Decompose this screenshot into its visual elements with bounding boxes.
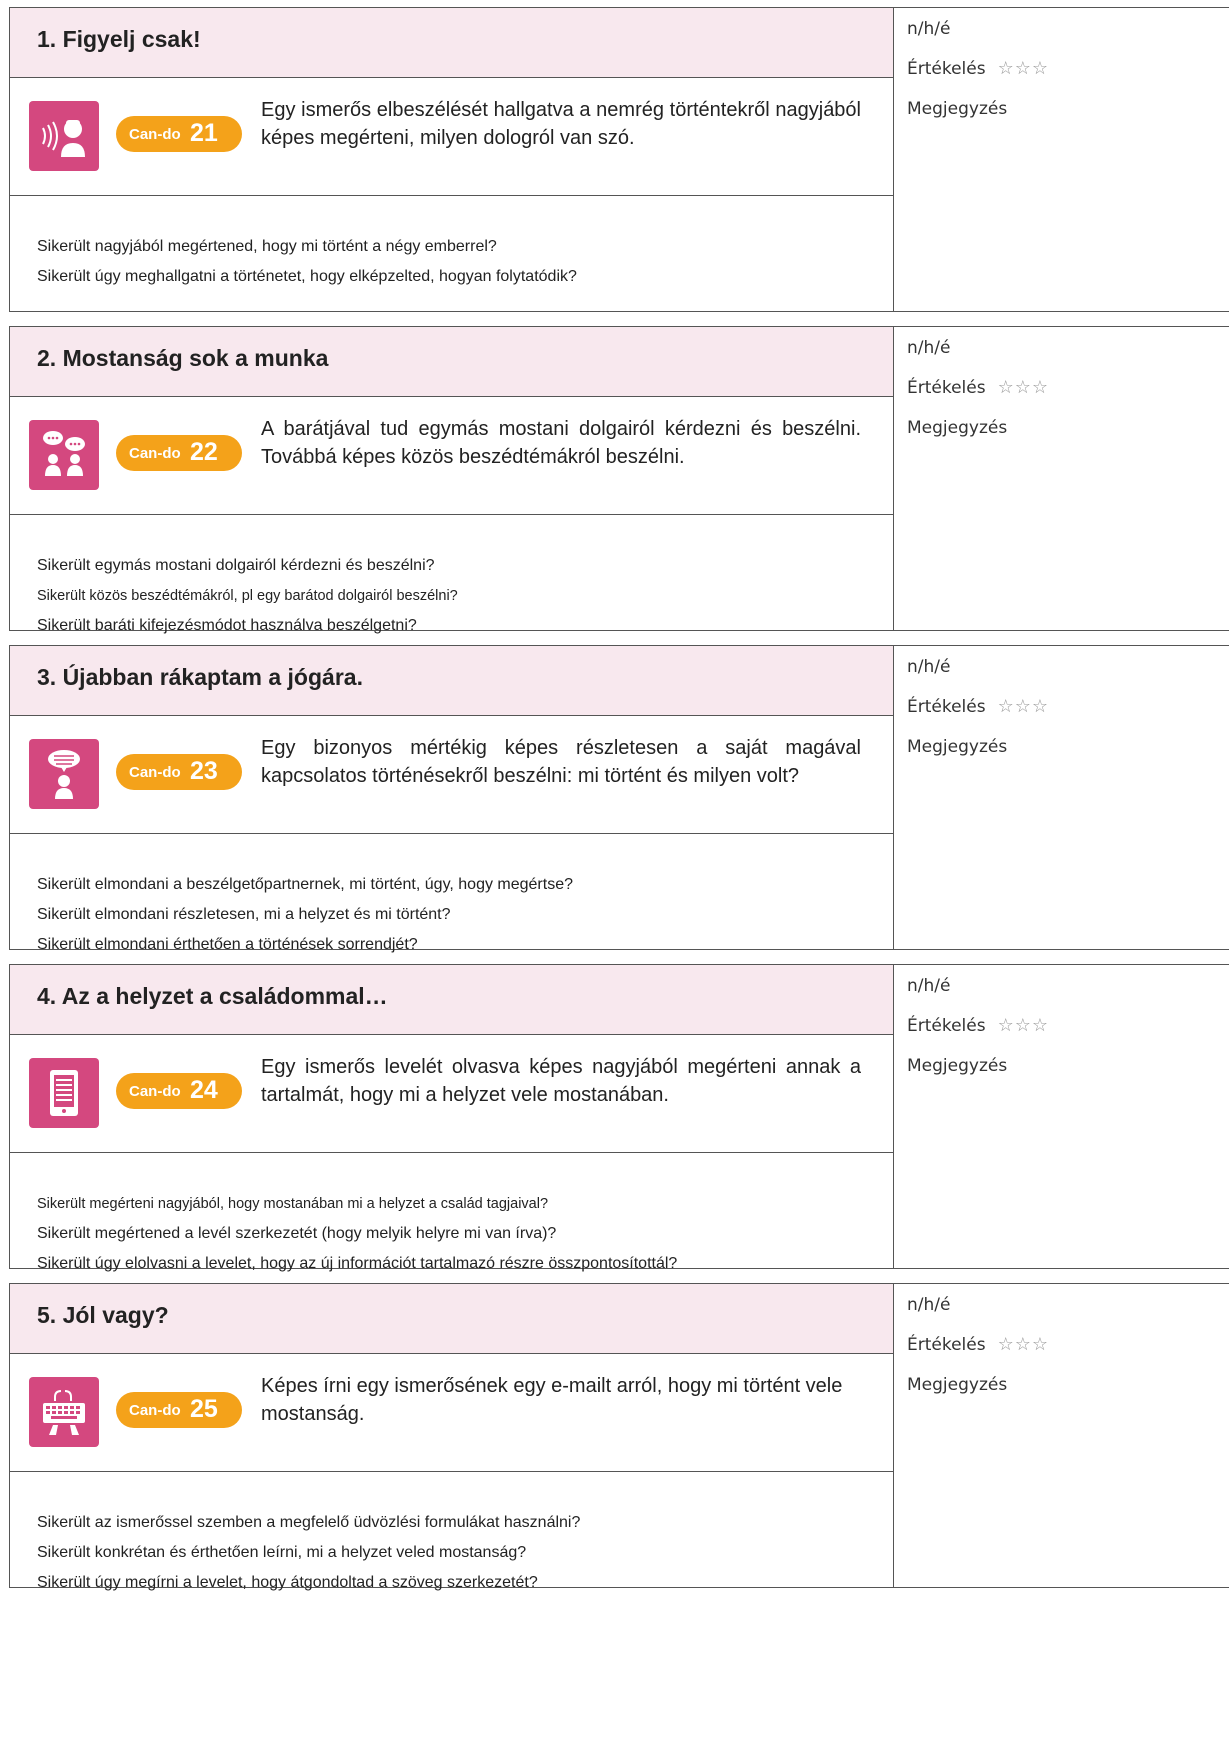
question-item: Sikerült baráti kifejezésmódot használva… [37, 617, 417, 634]
nhe-label: n/h/é [907, 657, 951, 677]
section-5-main: 5. Jól vagy? Can-do 25 Képes írni egy is… [10, 1284, 894, 1591]
cando-badge: Can-do 23 [116, 754, 242, 790]
cando-row: Can-do 24 Egy ismerős levelét olvasva ké… [10, 1035, 893, 1153]
section-title: 4. Az a helyzet a családommal… [37, 983, 388, 1009]
star-rating[interactable]: ☆☆☆ [998, 58, 1049, 79]
question-list: Sikerült az ismerőssel szemben a megfele… [37, 1508, 580, 1598]
cando-label: Can-do [129, 1402, 181, 1419]
cando-description: Egy bizonyos mértékig képes részletesen … [261, 737, 861, 787]
self-eval-panel: n/h/é Értékelés ☆☆☆ Megjegyzés [907, 1292, 1049, 1412]
cando-badge: Can-do 25 [116, 1392, 242, 1428]
section-4-title-band: 4. Az a helyzet a családommal… [10, 965, 893, 1035]
listening-icon [29, 101, 99, 171]
note-label: Megjegyzés [907, 99, 1008, 119]
question-item: Sikerült úgy meghallgatni a történetet, … [37, 268, 577, 285]
question-item: Sikerült nagyjából megértened, hogy mi t… [37, 238, 497, 255]
cando-label: Can-do [129, 445, 181, 462]
section-2-main: 2. Mostanság sok a munka Can-do 22 A bar… [10, 327, 894, 634]
section-4-main: 4. Az a helyzet a családommal… Can-do 24 [10, 965, 894, 1272]
self-eval-panel: n/h/é Értékelés ☆☆☆ Megjegyzés [907, 973, 1049, 1093]
cando-number: 22 [190, 438, 218, 466]
note-label: Megjegyzés [907, 418, 1008, 438]
question-list: Sikerült megérteni nagyjából, hogy mosta… [37, 1189, 677, 1279]
question-item: Sikerült úgy elolvasni a levelet, hogy a… [37, 1255, 678, 1272]
star-rating[interactable]: ☆☆☆ [998, 1015, 1049, 1036]
cando-row: Can-do 23 Egy bizonyos mértékig képes ré… [10, 716, 893, 834]
star-rating[interactable]: ☆☆☆ [998, 377, 1049, 398]
evaluation-row: Értékelés ☆☆☆ [907, 694, 1049, 734]
section-title: 3. Újabban rákaptam a jógára. [37, 664, 363, 690]
question-item: Sikerült úgy megírni a levelet, hogy átg… [37, 1574, 538, 1591]
section-title: 2. Mostanság sok a munka [37, 345, 329, 371]
evaluation-label: Értékelés [907, 378, 986, 398]
section-4: 4. Az a helyzet a családommal… Can-do 24 [9, 964, 1229, 1272]
cando-number: 23 [190, 757, 218, 785]
evaluation-row: Értékelés ☆☆☆ [907, 56, 1049, 96]
evaluation-row: Értékelés ☆☆☆ [907, 375, 1049, 415]
evaluation-label: Értékelés [907, 697, 986, 717]
question-list: Sikerült nagyjából megértened, hogy mi t… [37, 232, 577, 292]
cando-description: A barátjával tud egymás mostani dolgairó… [261, 418, 861, 468]
nhe-label: n/h/é [907, 976, 951, 996]
star-rating[interactable]: ☆☆☆ [998, 1334, 1049, 1355]
section-1-title-band: 1. Figyelj csak! [10, 8, 893, 78]
speaking-icon [29, 739, 99, 809]
section-1-main: 1. Figyelj csak! Can-do 21 Egy ismerős e… [10, 8, 894, 311]
cando-label: Can-do [129, 764, 181, 781]
evaluation-label: Értékelés [907, 1335, 986, 1355]
cando-number: 21 [190, 119, 218, 147]
cando-badge: Can-do 21 [116, 116, 242, 152]
nhe-label: n/h/é [907, 1295, 951, 1315]
question-item: Sikerült egymás mostani dolgairól kérdez… [37, 557, 435, 574]
writing-icon [29, 1377, 99, 1447]
cando-number: 24 [190, 1076, 218, 1104]
section-2: 2. Mostanság sok a munka Can-do 22 A bar… [9, 326, 1229, 634]
evaluation-row: Értékelés ☆☆☆ [907, 1013, 1049, 1053]
self-eval-panel: n/h/é Értékelés ☆☆☆ Megjegyzés [907, 654, 1049, 774]
nhe-label: n/h/é [907, 19, 951, 39]
cando-row: Can-do 25 Képes írni egy ismerősének egy… [10, 1354, 893, 1472]
cando-row: Can-do 21 Egy ismerős elbeszélését hallg… [10, 78, 893, 196]
evaluation-label: Értékelés [907, 1016, 986, 1036]
section-title: 1. Figyelj csak! [37, 26, 201, 52]
cando-description: Egy ismerős elbeszélését hallgatva a nem… [261, 99, 861, 149]
cando-description: Egy ismerős levelét olvasva képes nagyjá… [261, 1056, 861, 1106]
question-item: Sikerült közös beszédtémákról, pl egy ba… [37, 588, 458, 604]
section-5: 5. Jól vagy? Can-do 25 Képes írni egy is… [9, 1283, 1229, 1591]
note-label: Megjegyzés [907, 1375, 1008, 1395]
section-3-main: 3. Újabban rákaptam a jógára. Can-do 23 … [10, 646, 894, 953]
section-3-title-band: 3. Újabban rákaptam a jógára. [10, 646, 893, 716]
reading-icon [29, 1058, 99, 1128]
self-eval-panel: n/h/é Értékelés ☆☆☆ Megjegyzés [907, 16, 1049, 136]
question-item: Sikerült elmondani részletesen, mi a hel… [37, 906, 451, 923]
question-item: Sikerült megértened a levél szerkezetét … [37, 1225, 557, 1242]
conversation-icon [29, 420, 99, 490]
question-list: Sikerült egymás mostani dolgairól kérdez… [37, 551, 458, 641]
section-title: 5. Jól vagy? [37, 1302, 169, 1328]
evaluation-label: Értékelés [907, 59, 986, 79]
question-item: Sikerült elmondani a beszélgetőpartnerne… [37, 876, 573, 893]
cando-label: Can-do [129, 126, 181, 143]
cando-badge: Can-do 24 [116, 1073, 242, 1109]
section-3: 3. Újabban rákaptam a jógára. Can-do 23 … [9, 645, 1229, 953]
cando-badge: Can-do 22 [116, 435, 242, 471]
question-item: Sikerült elmondani érthetően a történése… [37, 936, 418, 953]
star-rating[interactable]: ☆☆☆ [998, 696, 1049, 717]
note-label: Megjegyzés [907, 737, 1008, 757]
section-1: 1. Figyelj csak! Can-do 21 Egy ismerős e… [9, 7, 1229, 312]
self-eval-panel: n/h/é Értékelés ☆☆☆ Megjegyzés [907, 335, 1049, 455]
question-list: Sikerült elmondani a beszélgetőpartnerne… [37, 870, 573, 960]
section-2-title-band: 2. Mostanság sok a munka [10, 327, 893, 397]
cando-row: Can-do 22 A barátjával tud egymás mostan… [10, 397, 893, 515]
evaluation-row: Értékelés ☆☆☆ [907, 1332, 1049, 1372]
note-label: Megjegyzés [907, 1056, 1008, 1076]
cando-number: 25 [190, 1395, 218, 1423]
section-5-title-band: 5. Jól vagy? [10, 1284, 893, 1354]
cando-label: Can-do [129, 1083, 181, 1100]
cando-description: Képes írni egy ismerősének egy e-mailt a… [261, 1375, 843, 1425]
question-item: Sikerült konkrétan és érthetően leírni, … [37, 1544, 527, 1561]
nhe-label: n/h/é [907, 338, 951, 358]
question-item: Sikerült megérteni nagyjából, hogy mosta… [37, 1196, 549, 1212]
question-item: Sikerült az ismerőssel szemben a megfele… [37, 1514, 581, 1531]
